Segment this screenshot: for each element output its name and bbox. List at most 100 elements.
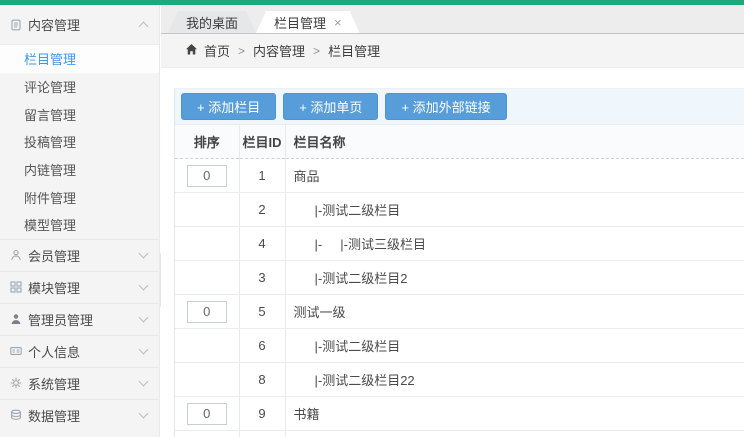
sidebar-item-members[interactable]: 会员管理 — [0, 239, 159, 271]
table-row: 3|-测试二级栏目2 — [175, 261, 744, 295]
column-id-cell: 5 — [239, 295, 285, 329]
sidebar-item-label: 系统管理 — [28, 374, 140, 393]
content-panel: + 添加栏目+ 添加单页+ 添加外部链接 排序栏目ID栏目名称 1商品2|-测试… — [174, 88, 744, 437]
breadcrumb-item[interactable]: 首页 — [204, 41, 230, 60]
sort-cell — [175, 227, 239, 261]
sidebar-subitem-models[interactable]: 模型管理 — [0, 211, 159, 239]
column-id-cell: 8 — [239, 363, 285, 397]
column-id-cell: 10 — [239, 431, 285, 437]
sort-cell — [175, 329, 239, 363]
sort-input[interactable] — [187, 301, 227, 323]
breadcrumb-separator: > — [238, 44, 245, 58]
table-row: 4|- |-测试三级栏目 — [175, 227, 744, 261]
toolbar: + 添加栏目 + 添加单页 + 添加外部链接 — [175, 89, 744, 124]
chevron-down-icon — [139, 345, 149, 355]
column-name-cell: |-测试二级栏目 — [285, 329, 744, 363]
breadcrumb: 首页 > 内容管理 > 栏目管理 — [161, 34, 744, 68]
sidebar-item-modules[interactable]: 模块管理 — [0, 271, 159, 303]
chevron-down-icon — [139, 281, 149, 291]
column-header: 栏目ID — [239, 125, 285, 159]
chevron-down-icon — [139, 249, 149, 259]
home-icon — [185, 43, 204, 59]
sidebar-item-label: 个人信息 — [28, 342, 140, 361]
document-icon — [10, 19, 23, 31]
sidebar: 内容管理栏目管理评论管理留言管理投稿管理内链管理附件管理模型管理会员管理模块管理… — [0, 5, 160, 437]
sort-cell — [175, 261, 239, 295]
sort-input[interactable] — [187, 165, 227, 187]
column-name-cell: |- |-测试三级栏目 — [285, 227, 744, 261]
chevron-up-icon — [139, 22, 149, 32]
table-row: 9书籍 — [175, 397, 744, 431]
sidebar-item-profile[interactable]: 个人信息 — [0, 335, 159, 367]
table-header-row: 排序栏目ID栏目名称 — [175, 125, 744, 159]
column-id-cell: 3 — [239, 261, 285, 295]
add-column-button[interactable]: + 添加栏目 — [181, 93, 276, 120]
sidebar-item-content[interactable]: 内容管理 — [0, 5, 159, 45]
table-row: 6|-测试二级栏目 — [175, 329, 744, 363]
admin-app: 内容管理栏目管理评论管理留言管理投稿管理内链管理附件管理模型管理会员管理模块管理… — [0, 0, 744, 437]
column-name-cell: 商品 — [285, 159, 744, 193]
sidebar-subitem-internal-links[interactable]: 内链管理 — [0, 156, 159, 184]
table-row: 5测试一级 — [175, 295, 744, 329]
sidebar-item-label: 管理员管理 — [28, 310, 140, 329]
tab-desktop[interactable]: 我的桌面 — [168, 11, 256, 33]
add-external-link-button[interactable]: + 添加外部链接 — [385, 93, 506, 120]
sidebar-subitem-columns[interactable]: 栏目管理 — [0, 45, 159, 73]
column-name-cell: |-计算机 — [285, 431, 744, 437]
sidebar-subitem-comments[interactable]: 评论管理 — [0, 73, 159, 101]
table-row: 10|-计算机 — [175, 431, 744, 437]
sidebar-item-system[interactable]: 系统管理 — [0, 367, 159, 399]
chevron-down-icon — [139, 377, 149, 387]
tab-columns[interactable]: 栏目管理 × — [256, 11, 360, 33]
add-single-page-button[interactable]: + 添加单页 — [283, 93, 378, 120]
admin-user-icon — [10, 313, 23, 325]
sort-cell — [175, 363, 239, 397]
breadcrumb-item[interactable]: 内容管理 — [253, 41, 305, 60]
column-id-cell: 6 — [239, 329, 285, 363]
table-row: 1商品 — [175, 159, 744, 193]
column-name-cell: |-测试二级栏目2 — [285, 261, 744, 295]
tab-close-icon[interactable]: × — [334, 16, 342, 29]
breadcrumb-item[interactable]: 栏目管理 — [328, 41, 380, 60]
column-id-cell: 9 — [239, 397, 285, 431]
sort-cell — [175, 295, 239, 329]
sort-cell — [175, 159, 239, 193]
column-header: 栏目名称 — [285, 125, 744, 159]
chevron-down-icon — [139, 409, 149, 419]
column-header: 排序 — [175, 125, 239, 159]
sort-cell — [175, 431, 239, 437]
sort-input[interactable] — [187, 403, 227, 425]
table-row: 2|-测试二级栏目 — [175, 193, 744, 227]
column-name-cell: |-测试二级栏目22 — [285, 363, 744, 397]
column-name-cell: 测试一级 — [285, 295, 744, 329]
tab-bar: 我的桌面 栏目管理 × — [161, 5, 744, 34]
sort-cell — [175, 193, 239, 227]
table-row: 8|-测试二级栏目22 — [175, 363, 744, 397]
main-area: 我的桌面栏目管理× 首页>内容管理>栏目管理 + 添加栏目+ 添加单页+ 添加外… — [161, 5, 744, 437]
sidebar-item-label: 会员管理 — [28, 246, 140, 265]
breadcrumb-separator: > — [313, 44, 320, 58]
column-id-cell: 2 — [239, 193, 285, 227]
id-card-icon — [10, 345, 23, 357]
sidebar-item-label: 模块管理 — [28, 278, 140, 297]
modules-grid-icon — [10, 281, 23, 293]
column-id-cell: 1 — [239, 159, 285, 193]
tab-label: 栏目管理 — [274, 13, 326, 32]
column-id-cell: 4 — [239, 227, 285, 261]
sidebar-subitem-messages[interactable]: 留言管理 — [0, 100, 159, 128]
column-name-cell: |-测试二级栏目 — [285, 193, 744, 227]
sort-cell — [175, 397, 239, 431]
chevron-down-icon — [139, 313, 149, 323]
sidebar-subitem-attachments[interactable]: 附件管理 — [0, 183, 159, 211]
sidebar-item-admins[interactable]: 管理员管理 — [0, 303, 159, 335]
gear-icon — [10, 377, 23, 389]
column-name-cell: 书籍 — [285, 397, 744, 431]
columns-table: 排序栏目ID栏目名称 1商品2|-测试二级栏目4|- |-测试三级栏目3|-测试… — [175, 124, 744, 437]
sidebar-subitem-submissions[interactable]: 投稿管理 — [0, 128, 159, 156]
member-icon — [10, 249, 23, 261]
sidebar-item-label: 数据管理 — [28, 406, 140, 425]
database-icon — [10, 409, 23, 421]
sidebar-item-label: 内容管理 — [28, 15, 140, 34]
tab-label: 我的桌面 — [186, 13, 238, 32]
sidebar-item-data[interactable]: 数据管理 — [0, 399, 159, 431]
